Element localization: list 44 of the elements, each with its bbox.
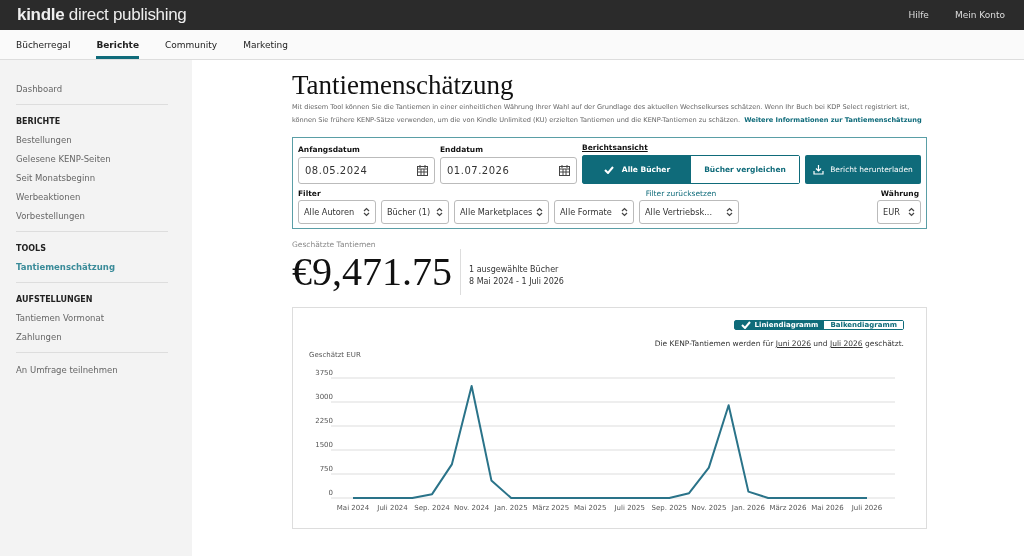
chevron-up-down-icon — [363, 207, 370, 217]
sidebar-item[interactable]: An Umfrage teilnehmen — [16, 365, 192, 375]
sidebar-heading: TOOLS — [16, 244, 47, 253]
header-link[interactable]: Hilfe — [908, 10, 929, 20]
book-count: 1 ausgewählte Bücher — [469, 264, 560, 274]
filter-select[interactable]: Alle Formate — [554, 200, 634, 224]
page-title: Tantiemenschätzung — [292, 70, 515, 101]
chevron-up-down-icon — [908, 207, 915, 217]
chevron-up-down-icon — [536, 207, 543, 217]
date-value: 08.05.2024 — [305, 165, 368, 176]
logo[interactable]: kindle direct publishing — [17, 5, 187, 25]
sidebar-item[interactable]: Zahlungen — [16, 332, 192, 342]
sidebar-heading: BERICHTE — [16, 117, 62, 126]
download-icon — [813, 164, 825, 175]
filter-select[interactable]: Alle Vertriebsk... — [639, 200, 739, 224]
calendar-icon[interactable] — [559, 165, 570, 176]
sidebar-item[interactable]: Werbeaktionen — [16, 192, 192, 202]
nav-tab[interactable]: Bücherregal — [16, 30, 71, 59]
date-value: 01.07.2026 — [447, 165, 510, 176]
filter-select[interactable]: Bücher (1) — [381, 200, 449, 224]
chevron-up-down-icon — [436, 207, 443, 217]
checkmark-icon — [740, 321, 751, 329]
sidebar-item[interactable]: Bestellungen — [16, 135, 192, 145]
chevron-up-down-icon — [726, 207, 733, 217]
sidebar-item[interactable]: Gelesene KENP-Seiten — [16, 154, 192, 164]
royalty-amount: €9,471.75 — [292, 249, 461, 295]
date-field[interactable]: 08.05.2024 — [298, 157, 435, 184]
sidebar-item[interactable]: Dashboard — [16, 84, 192, 94]
sidebar-item[interactable]: Tantiemenschätzung — [16, 262, 192, 272]
calendar-icon[interactable] — [417, 165, 428, 176]
chevron-up-down-icon — [621, 207, 628, 217]
date-range: 8 Mai 2024 - 1 Juli 2026 — [469, 276, 564, 286]
filter-select[interactable]: Alle Autoren — [298, 200, 376, 224]
nav-tab[interactable]: Community — [165, 30, 218, 59]
currency-select[interactable]: EUR — [877, 200, 921, 224]
filter-select[interactable]: Alle Marketplaces — [454, 200, 549, 224]
date-field[interactable]: 01.07.2026 — [440, 157, 577, 184]
checkmark-icon — [603, 165, 614, 174]
sidebar-item[interactable]: Seit Monatsbeginn — [16, 173, 192, 183]
sidebar-heading: AUFSTELLUNGEN — [16, 295, 94, 304]
nav-tab[interactable]: Marketing — [243, 30, 288, 59]
header-link[interactable]: Mein Konto — [954, 10, 1005, 20]
sidebar-item[interactable]: Vorbestellungen — [16, 211, 192, 221]
sidebar-item[interactable]: Tantiemen Vormonat — [16, 313, 192, 323]
